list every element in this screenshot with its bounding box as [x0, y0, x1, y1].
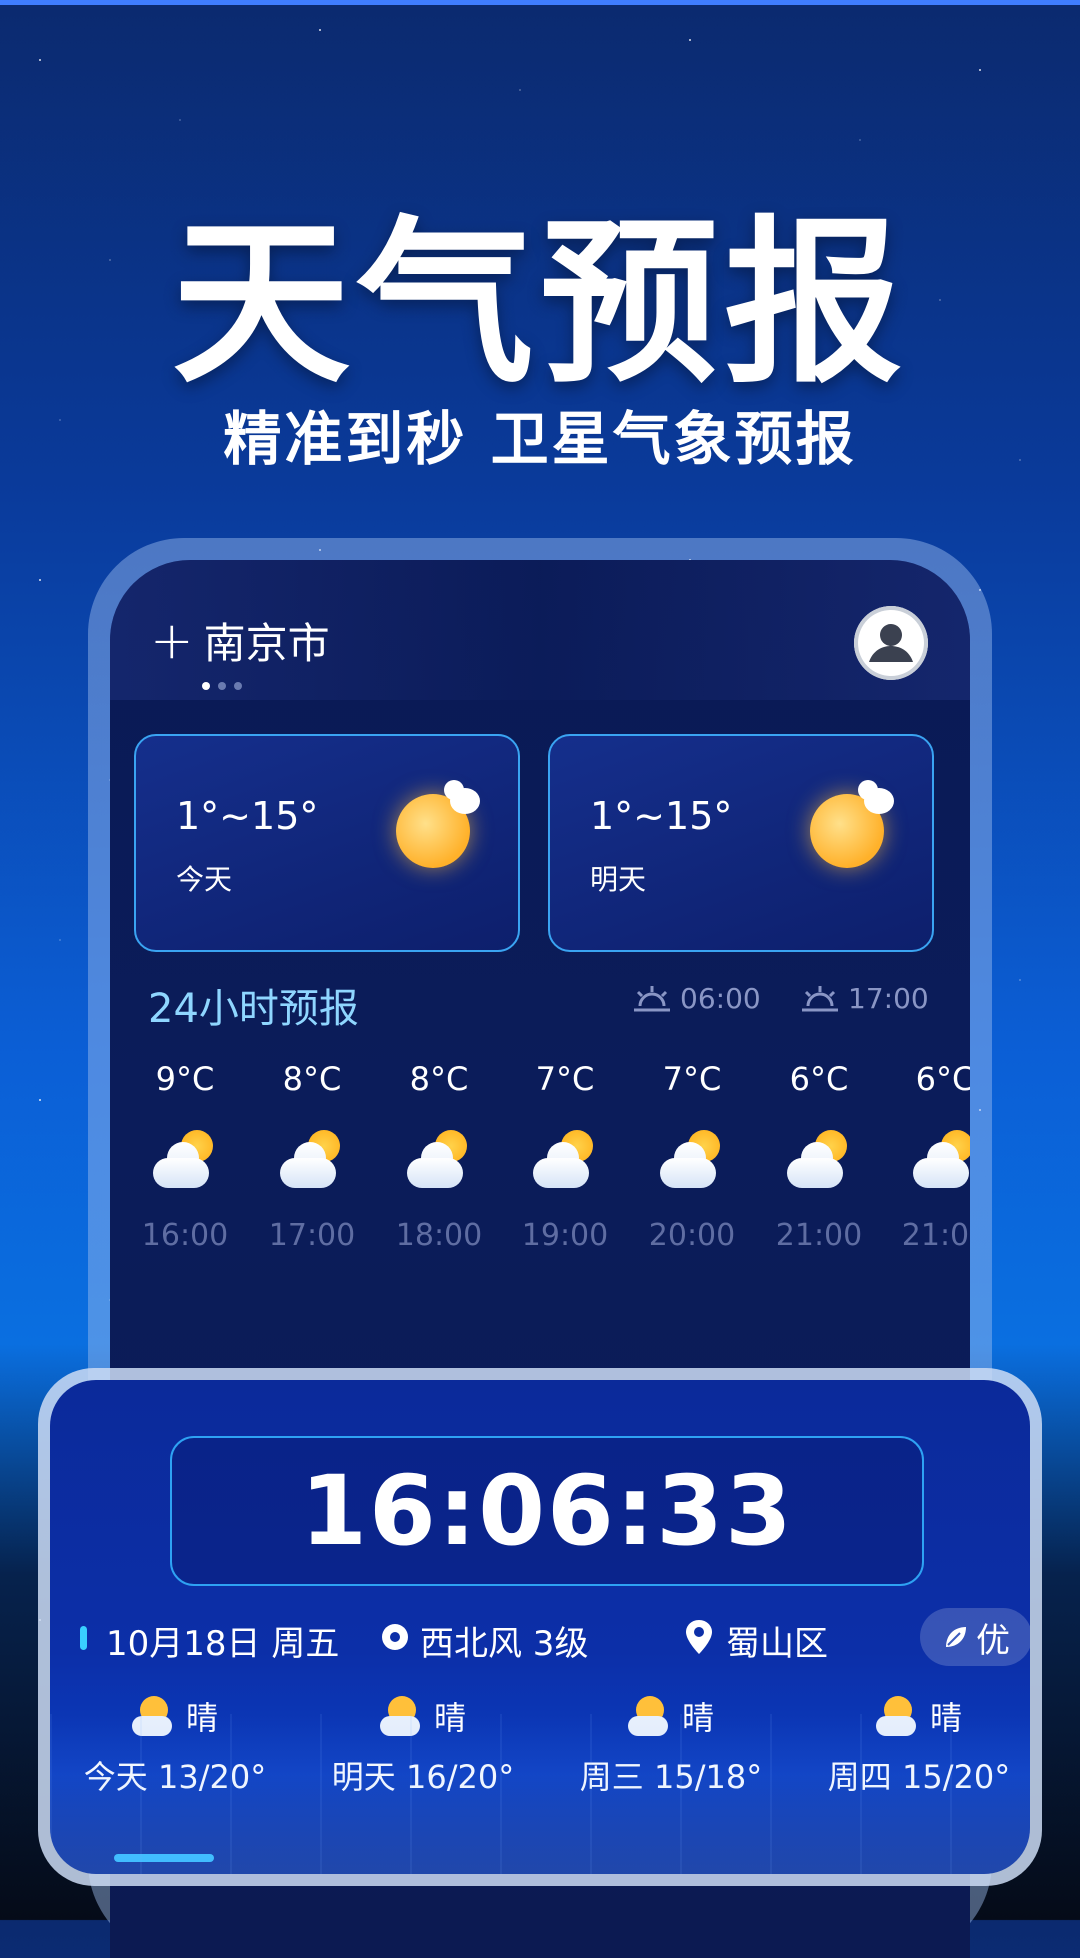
hour-item: 8°C 17:00 [257, 1060, 367, 1253]
hour-temp: 6°C [789, 1060, 849, 1098]
today-card[interactable]: 1°~15° 今天 [134, 734, 520, 952]
sunny-icon [810, 780, 894, 868]
sunset-icon [802, 985, 838, 1011]
sunny-cloud-icon [627, 1696, 672, 1736]
partly-cloudy-icon [153, 1128, 217, 1188]
top-accent-line [0, 0, 1080, 5]
sunny-cloud-icon [379, 1696, 424, 1736]
day-weather: 晴 [681, 1699, 714, 1737]
day-label: 今天 13/20° [83, 1758, 267, 1796]
aqi-text: 优 [976, 1620, 1010, 1661]
clock-box: 16:06:33 [170, 1436, 924, 1586]
sunset-info: 17:00 [800, 982, 929, 1015]
day-label: 明天 16/20° [331, 1758, 515, 1796]
sunrise-icon [634, 985, 670, 1011]
add-city-icon[interactable]: + [150, 615, 194, 667]
air-quality-badge[interactable]: 优 [920, 1608, 1030, 1666]
day-label: 周四 15/20° [827, 1758, 1011, 1796]
hour-item: 8°C 18:00 [384, 1060, 494, 1253]
hour-temp: 8°C [282, 1060, 342, 1098]
phone-bottom-strip [110, 1898, 970, 1920]
sunrise-time: 06:00 [680, 982, 761, 1015]
hour-temp: 8°C [409, 1060, 469, 1098]
sunrise-info: 06:00 [632, 982, 761, 1015]
user-avatar[interactable] [854, 606, 928, 680]
digital-clock: 16:06:33 [300, 1455, 794, 1567]
sunny-icon [396, 780, 480, 868]
partly-cloudy-icon [787, 1128, 851, 1188]
clock-weather-widget: 16:06:33 10月18日 周五 西北风 3级 蜀山区 优 晴 今天 13/ [38, 1368, 1042, 1886]
day-label: 周三 15/18° [579, 1758, 763, 1796]
date-text: 10月18日 周五 [106, 1624, 340, 1664]
day-weather: 晴 [185, 1699, 218, 1737]
hour-item: 6°C 21:00 [890, 1060, 970, 1253]
day-weather: 晴 [929, 1699, 962, 1737]
district-text: 蜀山区 [726, 1624, 828, 1664]
day-weather: 晴 [433, 1699, 466, 1737]
hour-time: 21:00 [901, 1218, 970, 1253]
today-temp-range: 1°~15° [176, 794, 319, 838]
hour-time: 17:00 [268, 1218, 356, 1253]
user-icon [854, 606, 928, 680]
hour-item: 9°C 16:00 [130, 1060, 240, 1253]
hourly-forecast-title: 24小时预报 [148, 986, 359, 1032]
tomorrow-card[interactable]: 1°~15° 明天 [548, 734, 934, 952]
hour-time: 20:00 [648, 1218, 736, 1253]
hour-temp: 6°C [915, 1060, 970, 1098]
date-indicator-bar [80, 1626, 87, 1650]
hour-time: 21:00 [775, 1218, 863, 1253]
partly-cloudy-icon [533, 1128, 597, 1188]
info-row: 10月18日 周五 西北风 3级 蜀山区 优 [70, 1608, 1030, 1668]
page-indicator [202, 682, 242, 690]
day-forecast[interactable]: 晴 周四 15/20° [794, 1692, 1030, 1798]
today-label: 今天 [176, 863, 233, 896]
hour-time: 19:00 [521, 1218, 609, 1253]
partly-cloudy-icon [407, 1128, 471, 1188]
hour-time: 18:00 [395, 1218, 483, 1253]
location-pin-icon [686, 1620, 712, 1654]
hour-item: 7°C 19:00 [510, 1060, 620, 1253]
day-forecast[interactable]: 晴 今天 13/20° [50, 1692, 300, 1798]
hour-item: 7°C 20:00 [637, 1060, 747, 1253]
hour-item: 6°C 21:00 [764, 1060, 874, 1253]
tomorrow-label: 明天 [590, 863, 647, 896]
partly-cloudy-icon [913, 1128, 970, 1188]
hour-time: 16:00 [141, 1218, 229, 1253]
hero-subtitle: 精准到秒 卫星气象预报 [223, 405, 857, 473]
tomorrow-temp-range: 1°~15° [590, 794, 733, 838]
day-forecast[interactable]: 晴 明天 16/20° [298, 1692, 548, 1798]
day-forecast[interactable]: 晴 周三 15/18° [546, 1692, 796, 1798]
page-dot [218, 682, 226, 690]
city-name: 南京市 [203, 619, 330, 668]
hour-temp: 9°C [155, 1060, 215, 1098]
partly-cloudy-icon [660, 1128, 724, 1188]
page-dot [202, 682, 210, 690]
sunny-cloud-icon [875, 1696, 920, 1736]
selected-day-underline [114, 1854, 214, 1862]
sunny-cloud-icon [131, 1696, 176, 1736]
partly-cloudy-icon [280, 1128, 344, 1188]
leaf-icon [946, 1627, 966, 1647]
city-selector[interactable]: + 南京市 [150, 610, 330, 671]
page-dot [234, 682, 242, 690]
hour-temp: 7°C [535, 1060, 595, 1098]
wind-text: 西北风 3级 [420, 1624, 589, 1664]
hero-title: 天气预报 [172, 200, 908, 407]
hour-temp: 7°C [662, 1060, 722, 1098]
wind-icon [382, 1624, 408, 1650]
sunset-time: 17:00 [848, 982, 929, 1015]
widget-panel: 16:06:33 10月18日 周五 西北风 3级 蜀山区 优 晴 今天 13/ [50, 1380, 1030, 1874]
